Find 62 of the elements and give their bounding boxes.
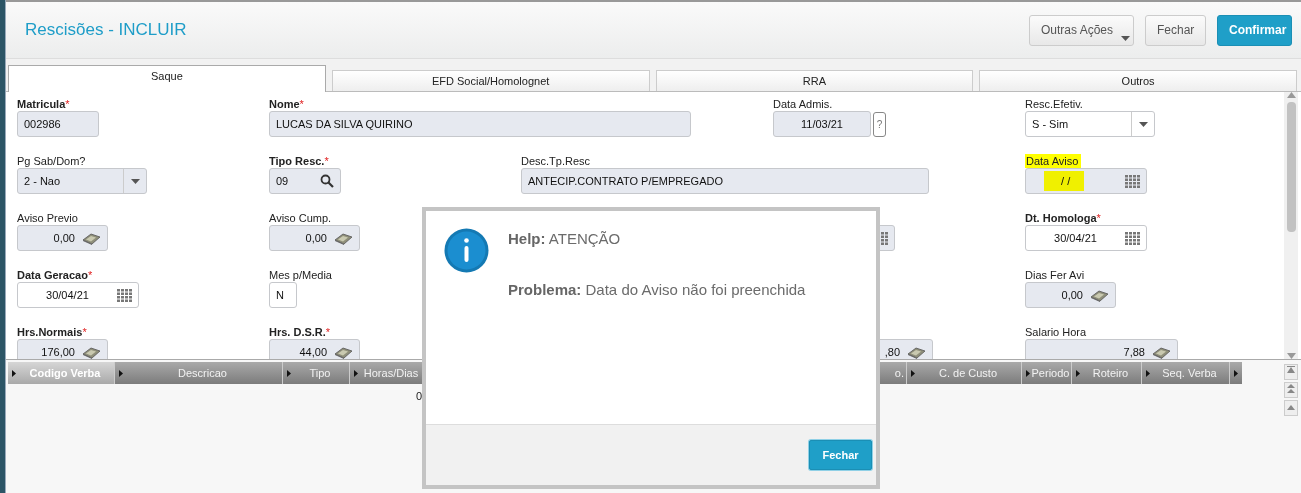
money-icon	[1089, 288, 1109, 302]
triangle-icon	[1076, 369, 1080, 377]
arrow-up-icon	[1287, 366, 1295, 374]
field-label: Desc.Tp.Resc	[521, 154, 592, 168]
scroll-up-button[interactable]	[1284, 400, 1298, 416]
money-icon	[333, 231, 353, 245]
caret-icon	[1139, 121, 1148, 127]
field-label: Salario Hora	[1025, 325, 1088, 339]
caret-icon	[131, 178, 140, 184]
field-label: Hrs. D.S.R.*	[269, 325, 332, 339]
caret-icon	[1121, 35, 1130, 41]
field-label: Tipo Resc.*	[269, 154, 330, 168]
field-label: Data Geracao*	[17, 268, 94, 282]
scroll-top-button[interactable]	[1284, 364, 1298, 380]
field-label: Hrs.Normais*	[17, 325, 88, 339]
money-icon	[906, 345, 926, 359]
scrollbar[interactable]	[1284, 92, 1298, 359]
money-icon	[81, 231, 101, 245]
dialog-message: Problema: Data do Aviso não foi preenchida	[508, 281, 806, 298]
field-label: Nome*	[269, 97, 305, 111]
actions-menu-button[interactable]: Outras Ações	[1028, 14, 1134, 46]
dropdown-field[interactable]: S - Sim	[1025, 111, 1155, 137]
field-label: Data Aviso	[1025, 154, 1082, 168]
dialog-heading: Help: ATENÇÃO	[508, 230, 622, 247]
calendar-icon	[1125, 174, 1140, 188]
field-label: Pg Sab/Dom?	[17, 154, 87, 168]
search-icon	[320, 174, 334, 188]
money-icon	[81, 345, 101, 359]
arrow-up-icon	[1287, 405, 1295, 410]
arrow-up-icon	[1287, 383, 1295, 393]
triangle-icon	[12, 369, 16, 377]
date-field[interactable]: 30/04/21	[1025, 225, 1147, 251]
field-label: Matricula*	[17, 97, 71, 111]
field-label: Mes p/Media	[269, 268, 333, 282]
field-label: Aviso Previo	[17, 211, 79, 225]
calendar-icon	[1125, 231, 1140, 245]
field-label: Dias Fer Avi	[1025, 268, 1086, 282]
calendar-icon	[117, 288, 132, 302]
triangle-icon	[1026, 369, 1030, 377]
triangle-icon	[287, 369, 291, 377]
tab[interactable]: RRA	[655, 70, 974, 91]
triangle-icon	[1234, 369, 1238, 377]
triangle-icon	[119, 369, 123, 377]
close-button[interactable]: Fechar	[1145, 14, 1206, 46]
date-field[interactable]: 30/04/21	[17, 282, 139, 308]
field-label: Aviso Cump.	[269, 211, 333, 225]
scroll-up-button[interactable]	[1284, 382, 1298, 398]
triangle-icon	[911, 369, 915, 377]
triangle-icon	[1146, 369, 1150, 377]
field-label: Data Admis.	[773, 97, 834, 111]
money-icon	[333, 345, 353, 359]
triangle-icon	[354, 369, 358, 377]
table-cell-text: 0	[414, 389, 423, 404]
text-field[interactable]: N	[269, 282, 297, 308]
window-title: Rescisões - INCLUIR	[25, 20, 187, 40]
tab[interactable]: EFD Social/Homolognet	[331, 70, 650, 91]
tab[interactable]: Outros	[979, 70, 1297, 91]
money-icon	[1151, 345, 1171, 359]
info-icon	[444, 228, 489, 273]
field-label: Resc.Efetiv.	[1025, 97, 1084, 111]
tab[interactable]: Saque	[8, 65, 326, 92]
field-label: Dt. Homologa*	[1025, 211, 1102, 225]
